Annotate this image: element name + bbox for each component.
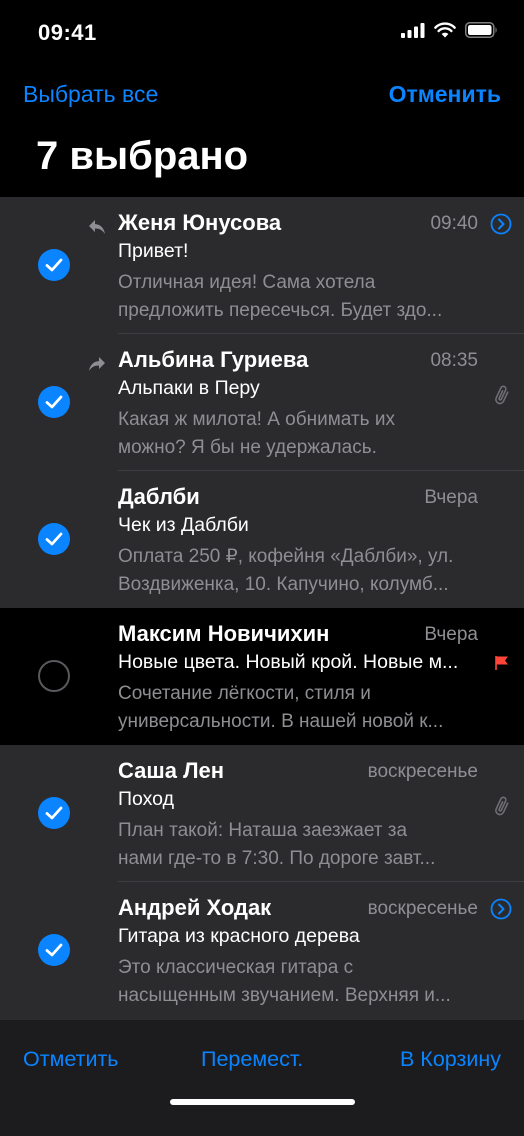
message-preview-line: предложить пересечься. Будет здо... bbox=[118, 300, 443, 321]
message-time: Вчера bbox=[424, 624, 478, 645]
message-row[interactable]: Максим Новичихин Вчера Новые цвета. Новы… bbox=[0, 608, 524, 745]
move-button[interactable]: Перемест. bbox=[201, 1047, 303, 1072]
message-preview-line: Сочетание лёгкости, стиля и bbox=[118, 683, 371, 704]
forward-arrow-icon bbox=[89, 357, 105, 371]
trash-button[interactable]: В Корзину bbox=[400, 1047, 501, 1072]
message-time: 09:40 bbox=[430, 213, 478, 234]
message-row[interactable]: Саша Лен воскресенье Поход План такой: Н… bbox=[0, 745, 524, 882]
message-preview-line: Отличная идея! Сама хотела bbox=[118, 272, 376, 293]
message-row[interactable]: Даблби Вчера Чек из Даблби Оплата 250 ₽,… bbox=[0, 471, 524, 608]
message-sender: Максим Новичихин bbox=[118, 621, 330, 646]
message-subject: Гитара из красного дерева bbox=[118, 925, 360, 947]
chevron-circle-icon[interactable] bbox=[490, 898, 512, 920]
message-preview-line: Оплата 250 ₽, кофейня «Даблби», ул. bbox=[118, 546, 454, 567]
message-list: Женя Юнусова 09:40 Привет! Отличная идея… bbox=[0, 197, 524, 1019]
unselected-circle-icon[interactable] bbox=[38, 660, 70, 692]
selected-checkmark-icon[interactable] bbox=[38, 386, 70, 418]
battery-icon bbox=[465, 22, 497, 38]
message-row[interactable]: Андрей Ходак воскресенье Гитара из красн… bbox=[0, 882, 524, 1019]
message-time: 08:35 bbox=[430, 350, 478, 371]
message-preview: Отличная идея! Сама хотела предложить пе… bbox=[118, 269, 490, 325]
message-sender: Андрей Ходак bbox=[118, 895, 272, 920]
message-subject: Поход bbox=[118, 788, 174, 810]
selected-checkmark-icon[interactable] bbox=[38, 523, 70, 555]
status-icons bbox=[401, 22, 498, 38]
paperclip-icon bbox=[495, 796, 509, 816]
message-preview-line: Это классическая гитара с bbox=[118, 957, 354, 978]
message-preview-line: универсальности. В нашей новой к... bbox=[118, 711, 444, 732]
selected-checkmark-icon[interactable] bbox=[38, 934, 70, 966]
message-time: воскресенье bbox=[367, 898, 478, 919]
message-time: Вчера bbox=[424, 487, 478, 508]
message-time: воскресенье bbox=[367, 761, 478, 782]
message-row[interactable]: Альбина Гуриева 08:35 Альпаки в Перу Как… bbox=[0, 334, 524, 471]
bottom-toolbar: Отметить Перемест. В Корзину bbox=[0, 1019, 524, 1136]
message-subject: Привет! bbox=[118, 240, 189, 262]
mark-button[interactable]: Отметить bbox=[23, 1047, 119, 1072]
message-preview: Это классическая гитара с насыщенным зву… bbox=[118, 954, 490, 1010]
status-time: 09:41 bbox=[38, 20, 97, 45]
selected-checkmark-icon[interactable] bbox=[38, 797, 70, 829]
message-subject: Новые цвета. Новый крой. Новые м... bbox=[118, 651, 459, 673]
selected-checkmark-icon[interactable] bbox=[38, 249, 70, 281]
message-sender: Саша Лен bbox=[118, 758, 225, 783]
message-sender: Альбина Гуриева bbox=[118, 347, 309, 372]
message-preview-line: Воздвиженка, 10. Капучино, колумб... bbox=[118, 574, 449, 595]
select-all-button[interactable]: Выбрать все bbox=[23, 81, 158, 108]
wifi-icon bbox=[434, 22, 456, 38]
message-preview-line: можно? Я бы не удержалась. bbox=[118, 437, 377, 458]
chevron-circle-icon[interactable] bbox=[490, 213, 512, 235]
message-subject: Чек из Даблби bbox=[118, 514, 249, 536]
message-preview-line: Какая ж милота! А обнимать их bbox=[118, 409, 395, 430]
message-row[interactable]: Женя Юнусова 09:40 Привет! Отличная идея… bbox=[0, 197, 524, 334]
nav-bar: Выбрать все Отменить bbox=[0, 76, 524, 116]
paperclip-icon bbox=[495, 385, 509, 405]
flag-icon bbox=[495, 656, 508, 670]
message-preview: План такой: Наташа заезжает за нами где-… bbox=[118, 817, 490, 873]
message-preview-line: План такой: Наташа заезжает за bbox=[118, 820, 408, 841]
cancel-button[interactable]: Отменить bbox=[389, 81, 501, 108]
cellular-signal-icon bbox=[401, 23, 425, 38]
message-preview: Сочетание лёгкости, стиля и универсально… bbox=[118, 680, 490, 736]
reply-arrow-icon bbox=[89, 220, 105, 234]
message-preview-line: нами где-то в 7:30. По дороге завт... bbox=[118, 848, 436, 869]
message-sender: Женя Юнусова bbox=[118, 210, 282, 235]
message-sender: Даблби bbox=[118, 484, 200, 509]
message-subject: Альпаки в Перу bbox=[118, 377, 260, 399]
status-bar: 09:41 bbox=[0, 0, 524, 66]
message-preview-line: насыщенным звучанием. Верхняя и... bbox=[118, 985, 451, 1006]
message-preview: Оплата 250 ₽, кофейня «Даблби», ул. Возд… bbox=[118, 543, 490, 599]
home-indicator[interactable] bbox=[170, 1099, 355, 1105]
page-title: 7 выбрано bbox=[36, 134, 249, 178]
message-preview: Какая ж милота! А обнимать их можно? Я б… bbox=[118, 406, 490, 462]
